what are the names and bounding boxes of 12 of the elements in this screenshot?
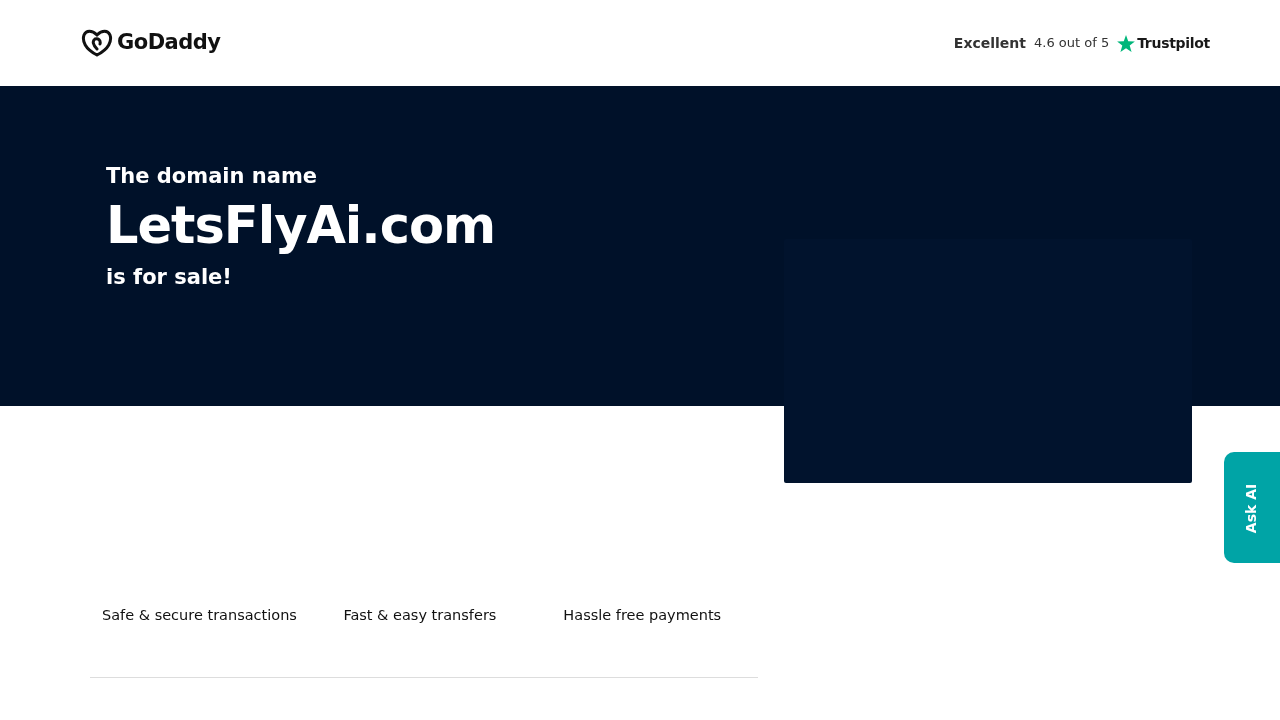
feature-text: Safe & secure transactions — [102, 607, 297, 623]
rating-score: 4.6 out of 5 — [1034, 34, 1110, 53]
feature-text: Fast & easy transfers — [343, 607, 497, 623]
rating-label: Excellent — [953, 33, 1026, 53]
domain-title: LetsFlyAi.com — [106, 197, 496, 256]
star-icon — [1117, 34, 1136, 52]
feature-text: Hassle free payments — [563, 607, 722, 623]
hero-lead: The domain name — [106, 164, 319, 190]
review-site-name[interactable]: Trustpilot — [1137, 32, 1210, 54]
logo-icon — [81, 29, 113, 57]
hero-tail: is for sale! — [106, 263, 233, 291]
logo-text[interactable]: GoDaddy — [117, 27, 221, 59]
